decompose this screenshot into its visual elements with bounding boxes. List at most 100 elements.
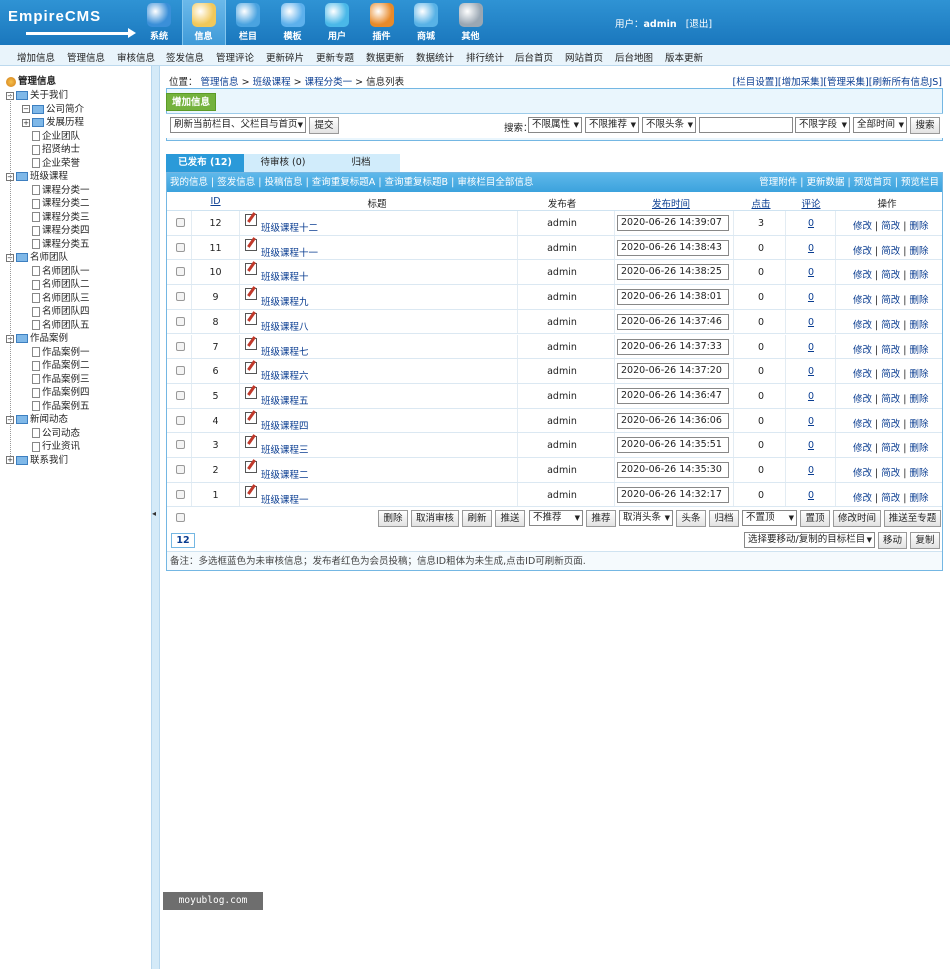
row-time-field[interactable]: 2020-06-26 14:35:30	[617, 462, 729, 478]
row-title[interactable]: 班级课程十二	[261, 220, 318, 234]
expand-icon[interactable]: +	[22, 118, 30, 127]
headline-filter-select[interactable]: 不限头条	[642, 117, 696, 133]
row-time-field[interactable]: 2020-06-26 14:36:06	[617, 412, 729, 429]
tree-node-16[interactable]: 名师团队四	[32, 303, 90, 317]
row-checkbox[interactable]	[176, 440, 185, 450]
top-nav-item-7[interactable]: 其他	[449, 0, 493, 45]
bulk-refresh-button[interactable]: 刷新	[462, 510, 492, 528]
expand-icon[interactable]: +	[6, 456, 14, 464]
collapse-icon[interactable]: −	[22, 105, 30, 113]
subnav-item-12[interactable]: 后台地图	[615, 50, 653, 64]
row-comments[interactable]: 0	[797, 391, 825, 402]
edit-link[interactable]: 修改	[853, 270, 872, 281]
edit-link[interactable]: 修改	[853, 295, 872, 306]
row-title[interactable]: 班级课程七	[261, 344, 309, 358]
tree-node-15[interactable]: 名师团队三	[32, 290, 90, 304]
tree-node-1[interactable]: − 公司简介	[22, 101, 84, 115]
edit-link[interactable]: 修改	[853, 221, 872, 232]
row-comments[interactable]: 0	[797, 440, 825, 451]
edit-link[interactable]: 修改	[853, 345, 872, 356]
row-comments[interactable]: 0	[797, 366, 825, 377]
delete-link[interactable]: 删除	[910, 419, 929, 430]
row-id[interactable]: 12	[203, 218, 228, 229]
tree-node-17[interactable]: 名师团队五	[32, 317, 90, 331]
subnav-item-13[interactable]: 版本更新	[665, 50, 703, 64]
attr-filter-select[interactable]: 不限属性	[528, 117, 582, 133]
row-time-field[interactable]: 2020-06-26 14:35:51	[617, 437, 729, 454]
row-checkbox[interactable]	[176, 390, 185, 400]
tree-node-13[interactable]: 名师团队一	[32, 263, 90, 277]
row-id[interactable]: 8	[203, 317, 228, 328]
top-nav-item-4[interactable]: 用户	[315, 0, 359, 45]
subnav-item-5[interactable]: 更新碎片	[266, 50, 304, 64]
quick-edit-link[interactable]: 简改	[881, 320, 900, 331]
add-collect-link[interactable]: [增加采集]	[778, 77, 823, 88]
row-id[interactable]: 3	[203, 440, 228, 451]
panel-splitter[interactable]: ◂	[151, 66, 160, 969]
row-time-field[interactable]: 2020-06-26 14:39:07	[617, 215, 729, 231]
tree-node-24[interactable]: − 新闻动态	[6, 411, 68, 425]
subnav-item-6[interactable]: 更新专题	[316, 50, 354, 64]
edit-link[interactable]: 修改	[853, 394, 872, 405]
delete-link[interactable]: 删除	[910, 270, 929, 281]
bulk-recommend-button[interactable]: 推荐	[586, 510, 616, 528]
tree-node-14[interactable]: 名师团队二	[32, 276, 90, 290]
top-nav-item-2[interactable]: 栏目	[226, 0, 270, 45]
quick-edit-link[interactable]: 简改	[881, 295, 900, 306]
link-bar-right-2[interactable]: 预览首页	[854, 177, 892, 188]
delete-link[interactable]: 删除	[910, 369, 929, 380]
edit-link[interactable]: 修改	[853, 320, 872, 331]
row-time-field[interactable]: 2020-06-26 14:38:25	[617, 264, 729, 281]
row-checkbox[interactable]	[176, 489, 185, 499]
link-bar-left-5[interactable]: 审核栏目全部信息	[457, 177, 533, 188]
link-bar-left-0[interactable]: 我的信息	[170, 177, 208, 188]
push-to-topic-button[interactable]: 推送至专题	[884, 510, 941, 528]
refresh-js-link[interactable]: [刷新所有信息JS]	[869, 77, 942, 88]
row-time-field[interactable]: 2020-06-26 14:37:46	[617, 313, 729, 330]
top-nav-item-1[interactable]: 信息	[181, 0, 226, 45]
row-id[interactable]: 2	[203, 465, 228, 476]
row-id[interactable]: 5	[203, 391, 228, 402]
col-clicks[interactable]: 点击	[747, 196, 775, 210]
row-id[interactable]: 7	[203, 342, 228, 353]
refresh-scope-select[interactable]: 刷新当前栏目、父栏目与首页	[170, 117, 306, 133]
tree-node-26[interactable]: 行业资讯	[32, 438, 80, 452]
quick-edit-link[interactable]: 简改	[881, 246, 900, 257]
quick-edit-link[interactable]: 简改	[881, 345, 900, 356]
col-id[interactable]: ID	[203, 196, 228, 207]
col-time[interactable]: 发布时间	[641, 196, 701, 210]
quick-edit-link[interactable]: 简改	[881, 221, 900, 232]
row-comments[interactable]: 0	[797, 342, 825, 353]
subnav-item-10[interactable]: 后台首页	[515, 50, 553, 64]
row-title[interactable]: 班级课程三	[261, 442, 309, 456]
tree-node-19[interactable]: 作品案例一	[32, 344, 90, 358]
row-checkbox[interactable]	[176, 292, 185, 302]
quick-edit-link[interactable]: 简改	[881, 369, 900, 380]
row-title[interactable]: 班级课程十一	[261, 245, 318, 259]
tree-node-7[interactable]: 课程分类一	[32, 182, 90, 196]
top-nav-item-5[interactable]: 插件	[360, 0, 404, 45]
tree-node-9[interactable]: 课程分类三	[32, 209, 90, 223]
row-checkbox[interactable]	[176, 366, 185, 376]
headline-level-select[interactable]: 取消头条	[619, 510, 673, 527]
empirecms-logo[interactable]: EmpireCMS	[8, 8, 136, 38]
pagination-current[interactable]: 12	[171, 533, 195, 549]
row-title[interactable]: 班级课程八	[261, 319, 309, 333]
tree-node-4[interactable]: 招贤纳士	[32, 141, 80, 155]
bulk-headline-button[interactable]: 头条	[676, 510, 706, 528]
delete-link[interactable]: 删除	[910, 221, 929, 232]
field-filter-select[interactable]: 不限字段	[795, 117, 850, 133]
row-comments[interactable]: 0	[797, 292, 825, 303]
row-title[interactable]: 班级课程九	[261, 294, 309, 308]
link-bar-left-1[interactable]: 签发信息	[217, 177, 255, 188]
quick-edit-link[interactable]: 简改	[881, 270, 900, 281]
tab-archive[interactable]: 归档	[322, 154, 400, 172]
link-bar-left-3[interactable]: 查询重复标题A	[312, 177, 376, 188]
column-settings-link[interactable]: [栏目设置]	[732, 77, 777, 88]
breadcrumb-item-1[interactable]: 管理信息	[201, 77, 239, 88]
row-comments[interactable]: 0	[797, 218, 825, 229]
row-comments[interactable]: 0	[797, 465, 825, 476]
row-title[interactable]: 班级课程一	[261, 492, 309, 506]
row-time-field[interactable]: 2020-06-26 14:36:47	[617, 387, 729, 404]
top-level-select[interactable]: 不置顶	[742, 510, 797, 527]
